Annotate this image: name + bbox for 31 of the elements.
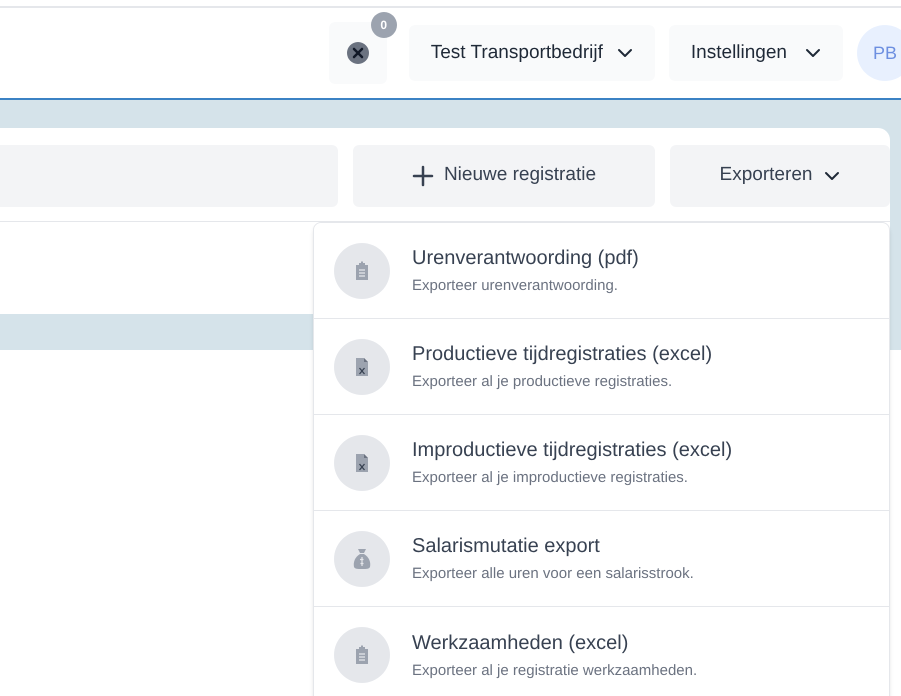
notifications-button[interactable] [328,22,387,84]
export-option-title: Salarismutatie export [412,534,601,560]
chevron-down-icon [616,48,633,58]
export-option-description: Exporteer urenverantwoording. [412,276,619,296]
export-option-title: Productieve tijdregistraties (excel) [412,342,712,368]
close-icon [346,42,369,64]
chevron-down-icon [824,170,840,180]
export-option-description: Exporteer al je registratie werkzaamheden. [412,660,698,681]
export-option-description: Exporteer alle uren voor een salarisstrook. [412,564,694,584]
new-registration-button[interactable]: Nieuwe registratie [353,144,655,206]
notification-count-badge: 0 [370,12,397,38]
spreadsheet-file-icon [355,356,369,376]
settings-dropdown[interactable]: Instellingen [668,25,843,81]
clipboard-icon [355,260,369,280]
clipboard-icon [355,645,369,665]
company-dropdown[interactable]: Test Transportbedrijf [408,25,655,81]
export-menu-item[interactable]: Productieve tijdregistraties (excel) Exporteer al je productieve registraties. [314,319,889,415]
export-option-title: Werkzaamheden (excel) [412,630,630,656]
export-menu-item[interactable]: Improductieve tijdregistraties (excel) Exporteer al je improductieve registraties. [314,415,889,511]
export-menu-item[interactable]: Urenverantwoording (pdf) Exporteer urenverantwoording. [314,223,889,319]
spreadsheet-file-icon [355,452,369,472]
money-bag-icon [352,548,372,570]
export-option-description: Exporteer al je improductieve registraties. [412,468,689,488]
export-menu-item[interactable]: Salarismutatie export Exporteer alle uren voor een salarisstrook. [314,511,889,607]
export-option-title: Urenverantwoording (pdf) [412,246,639,272]
export-menu-item[interactable]: Werkzaamheden (excel) Exporteer al je registratie werkzaamheden. [314,607,889,696]
plus-icon [412,164,434,186]
export-option-title: Improductieve tijdregistraties (excel) [412,438,732,464]
export-option-description: Exporteer al je productieve registraties. [412,372,674,392]
chevron-down-icon [805,48,821,58]
export-dropdown-button[interactable]: Exporteren [670,144,890,206]
